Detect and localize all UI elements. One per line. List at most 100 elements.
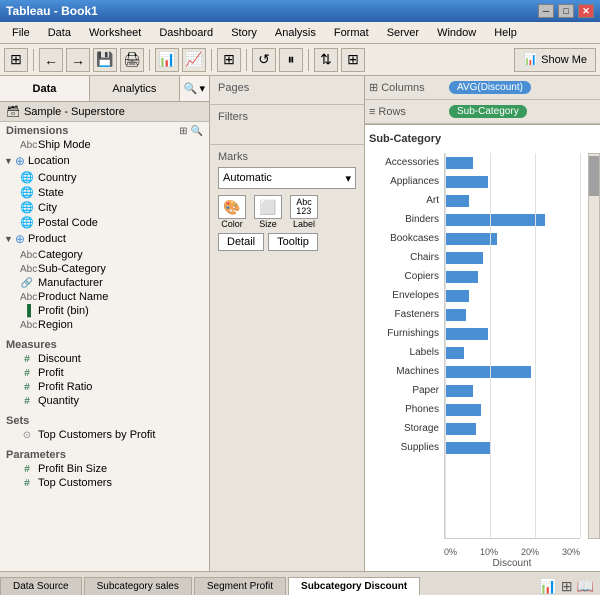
menu-help[interactable]: Help xyxy=(486,25,525,41)
hash-icon: # xyxy=(20,382,34,393)
marks-type-dropdown[interactable]: Automatic ▾ xyxy=(218,167,356,189)
new-tab-icon[interactable]: 📊 xyxy=(539,578,556,595)
bar-accessories[interactable] xyxy=(445,153,580,172)
new-dashboard-icon[interactable]: ⊞ xyxy=(561,578,573,595)
y-label-art: Art xyxy=(365,191,443,210)
data-source-label[interactable]: 🗃 Sample - Superstore xyxy=(0,102,209,122)
size-button[interactable]: ⬜ Size xyxy=(254,195,282,229)
group-location-header[interactable]: ▼ ⊕ Location xyxy=(0,152,209,170)
toolbar-group[interactable]: ⊞ xyxy=(341,48,365,72)
label-button[interactable]: Abc123 Label xyxy=(290,195,318,229)
bar-furnishings[interactable] xyxy=(445,324,580,343)
menu-worksheet[interactable]: Worksheet xyxy=(81,25,149,41)
toolbar-back[interactable]: ← xyxy=(39,48,63,72)
right-panel: ⊞ Columns AVG(Discount) ≡ Rows Sub-Categ… xyxy=(365,76,600,571)
color-button[interactable]: 🎨 Color xyxy=(218,195,246,229)
field-quantity[interactable]: # Quantity xyxy=(0,394,209,408)
show-me-button[interactable]: 📊 Show Me xyxy=(514,48,596,72)
bar-phones[interactable] xyxy=(445,400,580,419)
field-city[interactable]: 🌐 City xyxy=(0,200,209,215)
field-category[interactable]: Abc Category xyxy=(0,248,209,262)
field-top-customers-param[interactable]: # Top Customers xyxy=(0,476,209,490)
menu-format[interactable]: Format xyxy=(326,25,377,41)
rows-icon: ≡ xyxy=(369,106,375,118)
field-manufacturer[interactable]: 🔗 Manufacturer xyxy=(0,276,209,290)
field-profit-ratio[interactable]: # Profit Ratio xyxy=(0,380,209,394)
y-label-storage: Storage xyxy=(365,419,443,438)
bar-bookcases[interactable] xyxy=(445,229,580,248)
bar-labels[interactable] xyxy=(445,343,580,362)
chart-scrollbar[interactable] xyxy=(588,153,600,539)
menu-dashboard[interactable]: Dashboard xyxy=(151,25,221,41)
toolbar-save[interactable]: 💾 xyxy=(93,48,117,72)
abc-icon: Abc xyxy=(20,320,34,331)
maximize-button[interactable]: □ xyxy=(558,4,574,18)
search-icon[interactable]: 🔍 xyxy=(184,82,198,95)
field-profit[interactable]: # Profit xyxy=(0,366,209,380)
field-state[interactable]: 🌐 State xyxy=(0,185,209,200)
field-profit-bin[interactable]: ▐ Profit (bin) xyxy=(0,304,209,318)
columns-pill[interactable]: AVG(Discount) xyxy=(449,81,531,94)
close-button[interactable]: ✕ xyxy=(578,4,594,18)
bar-chairs[interactable] xyxy=(445,248,580,267)
toolbar-chart2[interactable]: 📈 xyxy=(182,48,206,72)
globe-icon: 🌐 xyxy=(20,216,34,229)
tab-subcategory-sales[interactable]: Subcategory sales xyxy=(84,577,192,595)
minimize-button[interactable]: ─ xyxy=(538,4,554,18)
bar-machines[interactable] xyxy=(445,362,580,381)
dimensions-header: Dimensions ⊞ 🔍 xyxy=(0,122,209,138)
toolbar-forward[interactable]: → xyxy=(66,48,90,72)
bar-paper[interactable] xyxy=(445,381,580,400)
tab-analytics[interactable]: Analytics xyxy=(90,76,180,101)
toolbar-refresh[interactable]: ↺ xyxy=(252,48,276,72)
field-profit-bin-size[interactable]: # Profit Bin Size xyxy=(0,462,209,476)
field-name: Sub-Category xyxy=(38,263,106,275)
dimensions-grid-icon[interactable]: ⊞ xyxy=(179,126,187,137)
bar-supplies[interactable] xyxy=(445,438,580,457)
bar-storage[interactable] xyxy=(445,419,580,438)
color-label: Color xyxy=(221,219,243,229)
toolbar-sep-4 xyxy=(246,49,247,71)
scroll-thumb[interactable] xyxy=(589,156,599,196)
menu-file[interactable]: File xyxy=(4,25,38,41)
tab-segment-profit[interactable]: Segment Profit xyxy=(194,577,286,595)
field-product-name[interactable]: Abc Product Name xyxy=(0,290,209,304)
tab-data[interactable]: Data xyxy=(0,76,90,101)
rows-pill[interactable]: Sub-Category xyxy=(449,105,527,118)
bar-fasteners[interactable] xyxy=(445,305,580,324)
bar-envelopes[interactable] xyxy=(445,286,580,305)
tooltip-button[interactable]: Tooltip xyxy=(268,233,318,251)
field-postal-code[interactable]: 🌐 Postal Code xyxy=(0,215,209,230)
tab-data-source[interactable]: Data Source xyxy=(0,577,82,595)
dimensions-search-icon[interactable]: 🔍 xyxy=(191,126,203,137)
field-sub-category[interactable]: Abc Sub-Category xyxy=(0,262,209,276)
field-ship-mode[interactable]: Abc Ship Mode xyxy=(0,138,209,152)
menu-story[interactable]: Story xyxy=(223,25,265,41)
toolbar-sort[interactable]: ⇅ xyxy=(314,48,338,72)
new-story-icon[interactable]: 📖 xyxy=(577,578,594,595)
hash-icon: # xyxy=(20,478,34,489)
more-icon[interactable]: ▾ xyxy=(199,82,205,95)
menu-analysis[interactable]: Analysis xyxy=(267,25,324,41)
toolbar-print[interactable]: 🖨 xyxy=(120,48,144,72)
toolbar: ⊞ ← → 💾 🖨 📊 📈 ⊞ ↺ ⏸ ⇅ ⊞ 📊 Show Me xyxy=(0,44,600,76)
tab-subcategory-discount[interactable]: Subcategory Discount xyxy=(288,577,420,595)
field-country[interactable]: 🌐 Country xyxy=(0,170,209,185)
toolbar-chart1[interactable]: 📊 xyxy=(155,48,179,72)
toolbar-pause[interactable]: ⏸ xyxy=(279,48,303,72)
group-product-header[interactable]: ▼ ⊕ Product xyxy=(0,230,209,248)
bar-appliances[interactable] xyxy=(445,172,580,191)
detail-button[interactable]: Detail xyxy=(218,233,264,251)
field-region[interactable]: Abc Region xyxy=(0,318,209,332)
field-discount[interactable]: # Discount xyxy=(0,352,209,366)
bar-art[interactable] xyxy=(445,191,580,210)
field-top-customers[interactable]: ⊙ Top Customers by Profit xyxy=(0,428,209,442)
bar-copiers[interactable] xyxy=(445,267,580,286)
toolbar-new[interactable]: ⊞ xyxy=(4,48,28,72)
menu-server[interactable]: Server xyxy=(379,25,427,41)
toolbar-filter[interactable]: ⊞ xyxy=(217,48,241,72)
abc-icon: Abc xyxy=(20,264,34,275)
menu-data[interactable]: Data xyxy=(40,25,79,41)
bar-binders[interactable] xyxy=(445,210,580,229)
menu-window[interactable]: Window xyxy=(429,25,484,41)
